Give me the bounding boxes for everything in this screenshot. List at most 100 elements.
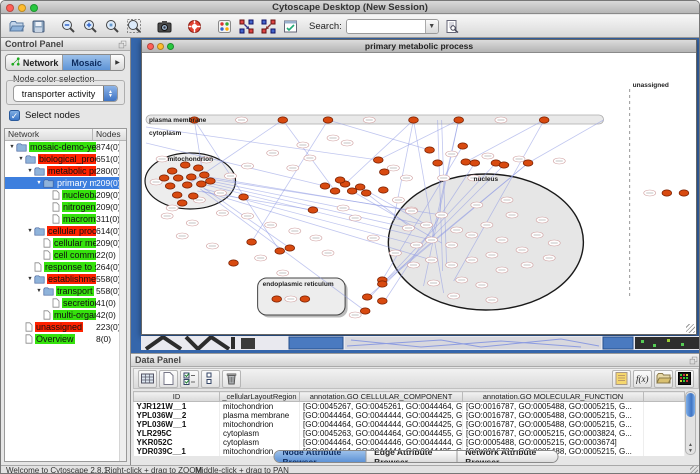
network-node[interactable] <box>454 117 464 123</box>
table-scrollbar[interactable]: ▲▼ <box>685 391 696 455</box>
search-go-icon[interactable] <box>443 17 463 36</box>
network-tree-row[interactable]: ▼transport558(0) <box>5 285 126 297</box>
network-tree-row[interactable]: Overview8(0) <box>5 333 126 345</box>
tree-expander-icon[interactable]: ▼ <box>26 228 34 234</box>
network-tree-row[interactable]: cell communicat22(0) <box>5 249 126 261</box>
network-node[interactable] <box>539 117 549 123</box>
tree-column-nodes[interactable]: Nodes <box>93 129 126 140</box>
new-attribute-icon[interactable] <box>159 370 178 388</box>
network-tree-row[interactable]: nitrogen compo209(0) <box>5 201 126 213</box>
network-node[interactable] <box>425 147 435 153</box>
network-view-titlebar[interactable]: primary metabolic process <box>142 40 696 53</box>
network-tree-row[interactable]: macromolecule311(0) <box>5 213 126 225</box>
table-row[interactable]: YPL036W__1mitochondrion[GO:0044464, GO:0… <box>134 420 685 429</box>
network-node[interactable] <box>193 165 203 171</box>
network-node[interactable] <box>229 260 239 266</box>
import-attributes-icon[interactable] <box>612 370 631 388</box>
network-edge[interactable] <box>528 120 603 163</box>
network-node[interactable] <box>662 190 672 196</box>
network-node[interactable] <box>206 178 216 184</box>
network-node[interactable] <box>173 175 183 181</box>
network-node[interactable] <box>330 188 340 194</box>
network-node[interactable] <box>182 182 192 188</box>
search-dropdown-arrow-icon[interactable]: ▼ <box>425 19 438 34</box>
network-node[interactable] <box>308 207 318 213</box>
node-color-combo[interactable]: transporter activity ▲▼ <box>13 85 118 102</box>
tree-expander-icon[interactable]: ▼ <box>26 276 34 282</box>
network-node[interactable] <box>360 308 370 314</box>
table-row[interactable]: YLR295Ccytoplasm[GO:0045263, GO:0044464,… <box>134 429 685 438</box>
network-node[interactable] <box>239 194 249 200</box>
tab-network-attribute-browser[interactable]: Network Attribute Browser <box>457 451 557 462</box>
float-panel-icon[interactable] <box>689 356 698 367</box>
network-tree-row[interactable]: ▼biological_process651(0) <box>5 153 126 165</box>
select-attributes-icon[interactable] <box>180 370 199 388</box>
unselect-attributes-icon[interactable] <box>201 370 220 388</box>
network-node[interactable] <box>379 169 389 175</box>
network-tree-row[interactable]: cellular metabo209(0) <box>5 237 126 249</box>
float-panel-icon[interactable] <box>118 40 127 51</box>
network-node[interactable] <box>499 162 509 168</box>
network-node[interactable] <box>378 187 388 193</box>
network-tree-row[interactable]: ▼metabolic process280(0) <box>5 165 126 177</box>
tree-column-network[interactable]: Network <box>5 129 93 140</box>
network-node[interactable] <box>433 160 443 166</box>
network-node[interactable] <box>285 245 295 251</box>
open-folder-icon[interactable] <box>6 17 26 36</box>
select-nodes-checkbox[interactable]: ✓ <box>9 110 20 121</box>
zoom-out-icon[interactable] <box>58 17 78 36</box>
network-node[interactable] <box>275 248 285 254</box>
network-node[interactable] <box>278 117 288 123</box>
table-column-header[interactable] <box>644 392 685 402</box>
tree-expander-icon[interactable]: ▼ <box>35 180 43 186</box>
network-tree-row[interactable]: response to stimulu264(0) <box>5 261 126 273</box>
vizmapper-icon[interactable] <box>214 17 234 36</box>
network-tree-row[interactable]: multi-organism pro42(0) <box>5 309 126 321</box>
tree-expander-icon[interactable]: ▼ <box>35 288 43 294</box>
save-icon[interactable] <box>28 17 48 36</box>
open-attribute-file-icon[interactable] <box>654 370 673 388</box>
network-node[interactable] <box>470 160 480 166</box>
table-column-header[interactable]: ID <box>134 392 220 402</box>
network-node[interactable] <box>409 117 419 123</box>
snapshot-icon[interactable] <box>154 17 174 36</box>
attribute-table-icon[interactable] <box>138 370 157 388</box>
network-tree-row[interactable]: ▼mosaic-demo-yeast874(0) <box>5 141 126 153</box>
network-node[interactable] <box>167 168 177 174</box>
expression-matrix-icon[interactable] <box>675 370 694 388</box>
network-node[interactable] <box>458 143 468 149</box>
tab-network[interactable]: Network <box>6 55 63 70</box>
network-node[interactable] <box>188 193 198 199</box>
network-node[interactable] <box>355 184 365 190</box>
help-icon[interactable] <box>184 17 204 36</box>
zoom-in-icon[interactable] <box>80 17 100 36</box>
tab-overflow-arrow-icon[interactable]: ▶ <box>111 55 124 70</box>
network-node[interactable] <box>272 296 282 302</box>
table-scrollbar-arrows[interactable]: ▲▼ <box>686 442 695 454</box>
zoom-selected-icon[interactable] <box>102 17 122 36</box>
network-node[interactable] <box>159 175 169 181</box>
network-node[interactable] <box>165 183 175 189</box>
network-node[interactable] <box>362 294 372 300</box>
network-node[interactable] <box>679 190 689 196</box>
table-column-header[interactable]: _cellularLayoutRegion <box>220 392 300 402</box>
tree-expander-icon[interactable]: ▼ <box>26 168 34 174</box>
network-node[interactable] <box>186 174 196 180</box>
network-node[interactable] <box>523 160 533 166</box>
tab-mosaic[interactable]: Mosaic <box>63 55 111 70</box>
network-node[interactable] <box>172 192 182 198</box>
network-node[interactable] <box>377 281 387 287</box>
network-tree-row[interactable]: secretion41(0) <box>5 297 126 309</box>
network-node[interactable] <box>323 117 333 123</box>
layout-one-icon[interactable] <box>236 17 256 36</box>
network-tree-row[interactable]: ▼cellular process614(0) <box>5 225 126 237</box>
layout-two-icon[interactable] <box>258 17 278 36</box>
table-row[interactable]: YPL036W__2plasma membrane[GO:0044464, GO… <box>134 411 685 420</box>
preferences-icon[interactable] <box>280 17 300 36</box>
network-node[interactable] <box>196 181 206 187</box>
table-column-header[interactable]: annotation.GO CELLULAR_COMPONENT <box>300 392 463 402</box>
table-scrollbar-thumb[interactable] <box>686 393 695 417</box>
delete-attribute-icon[interactable] <box>222 370 241 388</box>
network-node[interactable] <box>347 188 357 194</box>
network-node[interactable] <box>300 296 310 302</box>
